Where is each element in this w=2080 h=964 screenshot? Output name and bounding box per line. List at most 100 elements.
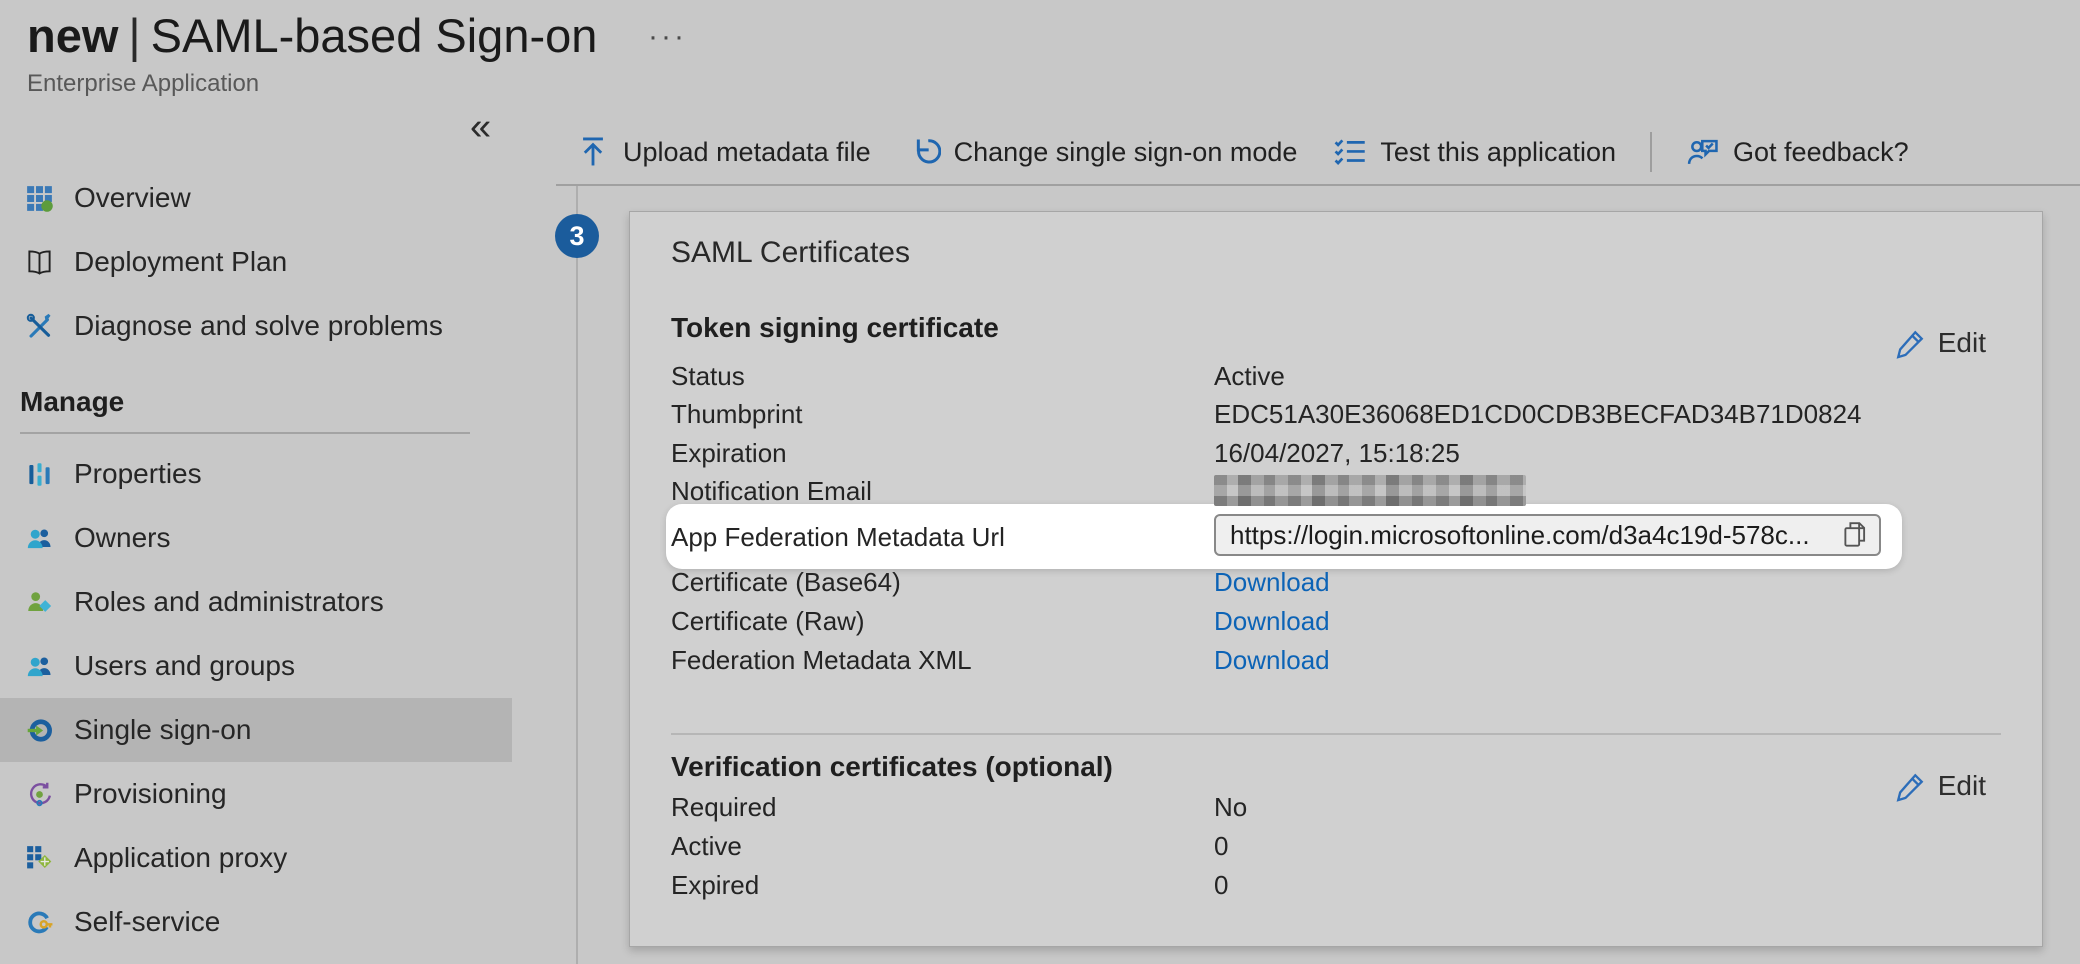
roles-icon [26,589,53,616]
row-label: Expired [671,868,759,902]
change-single-sign-on-mode-button[interactable]: Change single sign-on mode [907,135,1298,169]
toolbar-divider [1650,132,1652,172]
diagnose-icon [26,313,53,340]
redacted-email-value [1214,475,1526,506]
sidebar-divider [20,432,470,434]
sidebar-item-label: Self-service [74,906,220,938]
download-link[interactable]: Download [1214,565,1330,599]
sso-icon [26,717,53,744]
row-certificate-base64: Certificate (Base64) Download [671,565,2011,599]
row-certificate-raw: Certificate (Raw) Download [671,604,2011,638]
title-separator: | [128,9,140,62]
token-signing-certificate-heading: Token signing certificate [671,312,999,344]
sidebar-item-label: Properties [74,458,202,490]
row-app-federation-metadata-url: App Federation Metadata Urlhttps://login… [671,520,2011,554]
page-subtitle: Enterprise Application [27,70,259,98]
sidebar-item-label: Application proxy [74,842,287,874]
verification-certificates-heading: Verification certificates (optional) [671,751,1113,783]
deployment-plan-icon [26,249,53,276]
row-value: 16/04/2027, 15:18:25 [1214,436,1460,470]
upload-metadata-file-button[interactable]: Upload metadata file [576,135,871,169]
toolbar-underline [556,184,2080,186]
owners-icon [26,525,53,552]
got-feedback-button[interactable]: Got feedback? [1686,135,1909,169]
row-label: Notification Email [671,474,872,508]
sidebar-item-deployment-plan[interactable]: Deployment Plan [0,230,512,294]
metadata-url-input[interactable]: https://login.microsoftonline.com/d3a4c1… [1214,514,1881,556]
page-title: new|SAML-based Sign-on [27,8,597,63]
overview-icon [26,185,53,212]
page-name: SAML-based Sign-on [151,9,598,62]
sidebar-item-properties[interactable]: Properties [0,442,512,506]
sidebar-item-label: Diagnose and solve problems [74,310,443,342]
sidebar-item-roles-and-administrators[interactable]: Roles and administrators [0,570,512,634]
properties-icon [26,461,53,488]
row-value: 0 [1214,829,1228,863]
sidebar-item-label: Provisioning [74,778,227,810]
row-label: Certificate (Base64) [671,565,901,599]
edit-label: Edit [1938,327,1986,359]
card-divider [671,733,2001,735]
sidebar-item-users-and-groups[interactable]: Users and groups [0,634,512,698]
row-value: 0 [1214,868,1228,902]
sidebar-collapse-button[interactable]: « [470,108,491,146]
step-timeline [576,186,578,964]
row-value: Active [1214,359,1285,393]
card-title: SAML Certificates [671,236,910,270]
more-menu-button[interactable]: ··· [648,20,687,54]
row-label: Certificate (Raw) [671,604,865,638]
sidebar-item-label: Users and groups [74,650,295,682]
sidebar-item-label: Single sign-on [74,714,251,746]
sidebar-item-label: Owners [74,522,170,554]
sidebar-item-label: Deployment Plan [74,246,287,278]
sidebar-manage-group: Properties Owners Roles and administrators… [0,442,512,954]
sidebar-item-label: Overview [74,182,191,214]
toolbar-button-label: Change single sign-on mode [954,137,1298,168]
row-value: EDC51A30E36068ED1CD0CDB3BECFAD34B71D0824 [1214,397,1862,431]
app-name: new [27,9,118,62]
copy-icon[interactable] [1839,518,1873,552]
row-label: Expiration [671,436,787,470]
sidebar-item-diagnose-and-solve-problems[interactable]: Diagnose and solve problems [0,294,512,358]
toolbar-button-label: Test this application [1380,137,1616,168]
row-expiration: Expiration 16/04/2027, 15:18:25 [671,436,2011,470]
row-label: Active [671,829,742,863]
row-label: Required [671,790,777,824]
provisioning-icon [26,781,53,808]
self-service-icon [26,909,53,936]
app-proxy-icon [26,845,53,872]
row-required: Required No [671,790,2011,824]
toolbar-button-label: Upload metadata file [623,137,871,168]
edit-token-certificate-button[interactable]: Edit [1895,327,1986,359]
change-mode-icon [907,135,941,169]
step-3-badge: 3 [555,214,599,258]
row-status: Status Active [671,359,2011,393]
sidebar-section-manage: Manage [20,386,124,418]
sidebar-item-self-service[interactable]: Self-service [0,890,512,954]
download-link[interactable]: Download [1214,643,1330,677]
pencil-icon [1895,328,1938,359]
row-federation-metadata-xml: Federation Metadata XML Download [671,643,2011,677]
row-value: No [1214,790,1247,824]
row-active: Active 0 [671,829,2011,863]
feedback-icon [1686,135,1720,169]
users-groups-icon [26,653,53,680]
download-link[interactable]: Download [1214,604,1330,638]
row-expired: Expired 0 [671,868,2011,902]
saml-certificates-card: SAML Certificates Token signing certific… [629,211,2043,947]
sidebar-item-application-proxy[interactable]: Application proxy [0,826,512,890]
sidebar-item-provisioning[interactable]: Provisioning [0,762,512,826]
sidebar-item-label: Roles and administrators [74,586,384,618]
sidebar-item-owners[interactable]: Owners [0,506,512,570]
test-this-application-button[interactable]: Test this application [1333,135,1616,169]
sidebar-item-overview[interactable]: Overview [0,166,512,230]
row-label: App Federation Metadata Url [671,520,1005,554]
row-notification-email: Notification Email [671,474,2011,508]
row-thumbprint: ThumbprintEDC51A30E36068ED1CD0CDB3BECFAD… [671,397,2011,431]
toolbar-button-label: Got feedback? [1733,137,1909,168]
test-icon [1333,135,1367,169]
command-bar: Upload metadata file Change single sign-o… [556,120,2080,184]
row-label: Federation Metadata XML [671,643,972,677]
sidebar-item-single-sign-on[interactable]: Single sign-on [0,698,512,762]
row-label: Status [671,359,745,393]
